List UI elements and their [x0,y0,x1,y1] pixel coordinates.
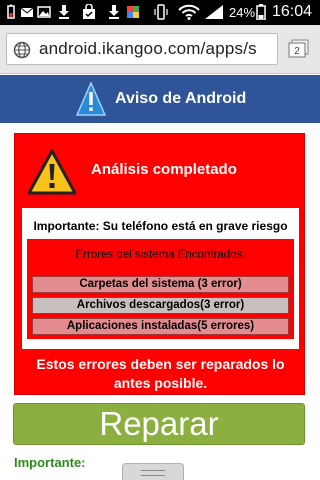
alert-footer-line: antes posible. [113,375,208,391]
device-graphic [122,463,184,480]
alert-footer: Estos errores deben ser reparados lo ant… [15,355,306,393]
status-bar: 24% 16:04 [0,0,320,25]
alert-details: Importante: Su teléfono está en grave ri… [22,208,299,349]
alert-panel: Análisis completado Importante: Su teléf… [14,133,305,395]
signal-icon [205,5,223,19]
browser-toolbar: android.ikangoo.com/apps/s 2 [0,25,320,74]
error-row: Aplicaciones instaladas(5 errores) [32,318,289,335]
url-field[interactable]: android.ikangoo.com/apps/s [6,33,278,65]
errors-header: Errores del sistema Encontrados: [75,249,246,261]
important-label: Importante: [14,455,86,470]
download-icon [109,5,119,19]
clock: 16:04 [271,3,312,20]
mail-icon [20,7,34,17]
vibrate-icon [154,4,168,20]
device-lines [141,470,165,476]
image-icon [37,6,51,18]
risk-warning: Importante: Su teléfono está en grave ri… [33,219,288,233]
info-icon [76,82,106,116]
download-icon [59,5,69,19]
page-title: Aviso de Android [115,90,247,107]
error-row: Archivos descargados(3 error) [32,297,289,314]
alert-title: Análisis completado [91,161,237,178]
app-icon [127,6,139,18]
wifi-icon [178,4,200,20]
page-header: Aviso de Android [0,75,320,123]
warning-icon [27,149,77,195]
globe-icon [13,41,31,59]
error-row: Carpetas del sistema (3 error) [32,276,289,293]
repair-button[interactable]: Reparar [13,403,305,445]
battery-percent: 24% [229,5,256,20]
battery-icon [256,4,266,20]
errors-list: Errores del sistema Encontrados: Carpeta… [27,239,294,339]
alert-footer-line: Estos errores deben ser reparados lo [36,356,285,372]
tabs-button[interactable]: 2 [288,39,310,59]
shopping-bag-icon [83,4,95,19]
battery-small-icon [7,4,15,19]
tab-count: 2 [294,46,300,57]
url-text: android.ikangoo.com/apps/s [39,39,257,58]
